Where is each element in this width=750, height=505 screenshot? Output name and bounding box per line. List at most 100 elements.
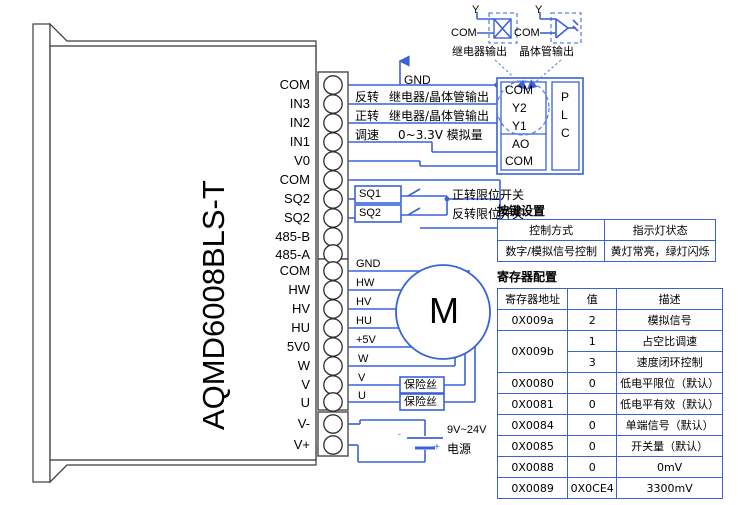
terminal-label-v: V <box>301 377 310 392</box>
terminal-label-com-2: COM <box>279 172 310 187</box>
terminal-label-sq2-b: SQ2 <box>283 210 310 225</box>
terminal-label-hv: HV <box>291 301 310 316</box>
signal-name-reverse: 反转 <box>355 90 380 104</box>
cell-desc: 0mV <box>616 456 723 478</box>
cell-address: 0X009b <box>496 330 569 373</box>
terminal-label-vminus: V- <box>297 416 310 431</box>
cell-indicator-status: 黄灯常亮，绿灯闪烁 <box>604 240 716 262</box>
motor-wire-label-5v: +5V <box>356 334 376 346</box>
cell-value: 0 <box>567 435 618 457</box>
cell-control-mode: 数字/模拟信号控制 <box>496 240 606 262</box>
terminal-label-hw: HW <box>288 282 310 297</box>
motor-wire-label-hv: HV <box>356 296 372 308</box>
motor-wire-label-w: W <box>358 353 369 365</box>
limit-switch-desc-forward: 正转限位开关 <box>452 188 525 202</box>
table-row: 0X0085 0 开关量（默认） <box>496 435 723 457</box>
motor-wire-label-gnd: GND <box>356 258 381 270</box>
table-row: 0X0089 0X0CE4 3300mV <box>496 477 723 499</box>
power-supply-label: 电源 <box>447 442 472 456</box>
plc-letter-c: C <box>561 126 570 140</box>
table-header-row: 寄存器地址 值 描述 <box>496 288 723 310</box>
motor-wire-label-hw: HW <box>356 277 375 289</box>
cell-desc: 单端信号（默认） <box>616 414 723 436</box>
plc-terminal-ao: AO <box>512 137 530 151</box>
cell-desc: 占空比调速 <box>616 330 723 352</box>
table-row: 0X0084 0 单端信号（默认） <box>496 414 723 436</box>
terminal-label-w: W <box>297 358 310 373</box>
terminal-label-in3: IN3 <box>289 96 310 111</box>
signal-name-forward: 正转 <box>355 109 380 123</box>
table-row: 0X0081 0 低电平有效（默认） <box>496 393 723 415</box>
table-header-row: 控制方式 指示灯状态 <box>496 219 716 241</box>
signal-desc-forward: 继电器/晶体管输出 <box>389 109 490 123</box>
header-control-mode: 控制方式 <box>496 219 606 241</box>
cell-desc: 低电平有效（默认） <box>616 393 723 415</box>
header-value: 值 <box>567 288 618 310</box>
cell-value: 3 <box>567 351 618 373</box>
relay-output-y-label: Y <box>472 4 480 16</box>
cell-address: 0X0088 <box>496 456 569 478</box>
plc-terminal-com-bottom: COM <box>505 154 533 168</box>
cell-value: 0 <box>567 372 618 394</box>
power-voltage-label: 9V~24V <box>447 424 487 436</box>
header-register-address: 寄存器地址 <box>496 288 569 310</box>
register-config-table: 寄存器地址 值 描述 0X009a 2 模拟信号 0X009b 1 占空比调速 … <box>496 288 723 499</box>
terminal-label-com-1: COM <box>279 77 310 92</box>
wire-label-gnd: GND <box>404 73 431 87</box>
cell-desc: 开关量（默认） <box>616 435 723 457</box>
fuse-label-u: 保险丝 <box>404 395 437 408</box>
terminal-label-in2: IN2 <box>289 115 310 130</box>
terminal-label-485b: 485-B <box>275 229 310 244</box>
motor-wire-label-hu: HU <box>356 315 372 327</box>
plc-letter-l: L <box>561 108 568 122</box>
cell-desc: 3300mV <box>616 477 723 499</box>
motor-symbol: M <box>429 290 459 331</box>
register-config-title: 寄存器配置 <box>497 270 558 284</box>
terminal-label-vplus: V+ <box>293 437 310 452</box>
cell-address: 0X0081 <box>496 393 569 415</box>
terminal-label-com-3: COM <box>279 263 310 278</box>
table-row: 0X009a 2 模拟信号 <box>496 309 723 331</box>
plc-terminal-y2: Y2 <box>512 101 527 115</box>
power-minus-sign: - <box>398 429 401 439</box>
power-plus-sign: + <box>434 442 440 453</box>
plc-terminal-com-top: COM <box>505 83 533 97</box>
transistor-output-y-label: Y <box>535 4 543 16</box>
cell-value: 0 <box>567 414 618 436</box>
table-row: 0X0088 0 0mV <box>496 456 723 478</box>
limit-switch-tag-sq1: SQ1 <box>359 188 382 200</box>
plc-terminal-y1: Y1 <box>512 119 527 133</box>
cell-desc: 速度闭环控制 <box>616 351 723 373</box>
cell-desc: 模拟信号 <box>616 309 723 331</box>
device-model-label: AQMD6008BLS-T <box>196 180 231 430</box>
transistor-output-com-label: COM <box>514 27 540 39</box>
cell-desc: 低电平限位（默认） <box>616 372 723 394</box>
cell-address: 0X0085 <box>496 435 569 457</box>
signal-desc-speed: 0~3.3V 模拟量 <box>398 128 483 142</box>
motor-wire-label-u: U <box>358 390 366 402</box>
table-row: 0X009b 1 占空比调速 <box>496 330 723 373</box>
terminal-label-in1: IN1 <box>289 134 310 149</box>
terminal-label-v0: V0 <box>294 153 310 168</box>
motor-wire-label-v: V <box>358 372 366 384</box>
cell-address: 0X0080 <box>496 372 569 394</box>
limit-switch-tag-sq2: SQ2 <box>359 207 382 219</box>
relay-output-com-label: COM <box>451 27 477 39</box>
terminal-label-u: U <box>300 395 310 410</box>
cell-address: 0X0089 <box>496 477 569 499</box>
terminal-label-hu: HU <box>291 320 310 335</box>
signal-desc-reverse: 继电器/晶体管输出 <box>389 90 490 104</box>
cell-value: 2 <box>567 309 618 331</box>
cell-value: 0 <box>567 393 618 415</box>
cell-address: 0X009a <box>496 309 569 331</box>
transistor-output-caption: 晶体管输出 <box>519 45 574 58</box>
header-indicator-status: 指示灯状态 <box>604 219 716 241</box>
key-settings-table: 控制方式 指示灯状态 数字/模拟信号控制 黄灯常亮，绿灯闪烁 <box>496 219 716 262</box>
table-row: 0X0080 0 低电平限位（默认） <box>496 372 723 394</box>
relay-output-caption: 继电器输出 <box>452 45 507 58</box>
terminal-label-485a: 485-A <box>275 247 310 262</box>
cell-address: 0X0084 <box>496 414 569 436</box>
cell-value: 0X0CE4 <box>567 477 618 499</box>
table-row: 数字/模拟信号控制 黄灯常亮，绿灯闪烁 <box>496 240 716 262</box>
fuse-label-v: 保险丝 <box>404 378 437 391</box>
